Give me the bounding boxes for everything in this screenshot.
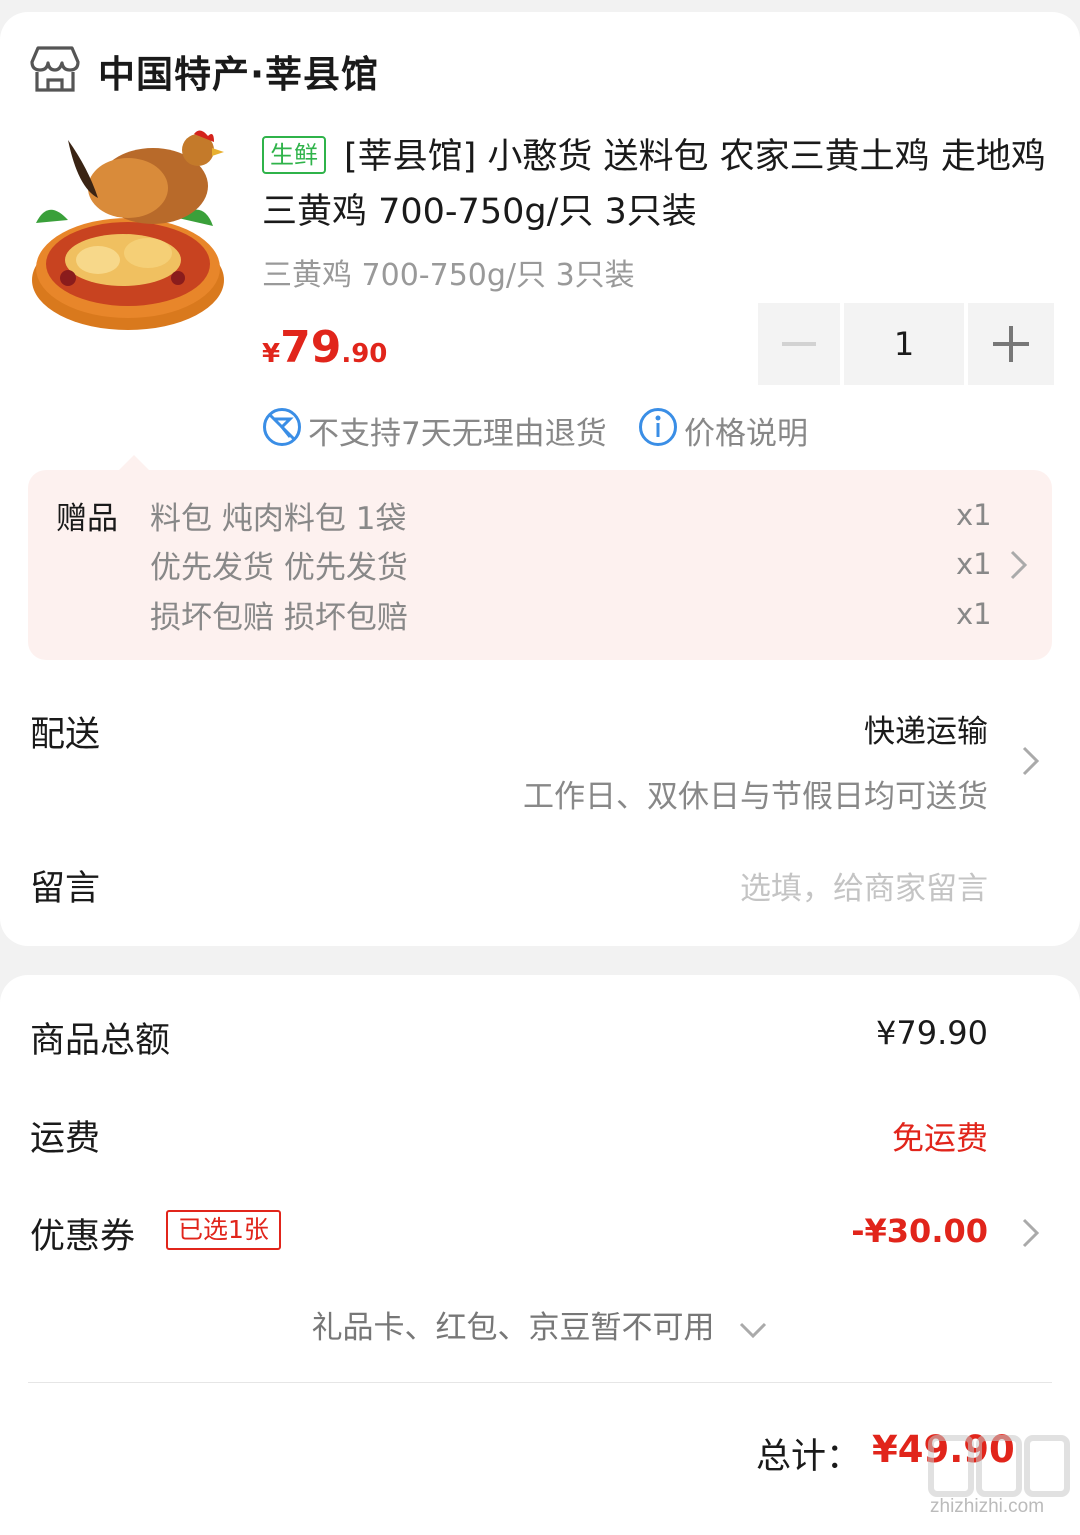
gift-item-qty: x1 [956,547,992,581]
coupon-value[interactable]: -¥30.00 [851,1212,988,1250]
total-label: 总计： [756,1437,862,1477]
product-title[interactable]: [莘县馆] 小憨货 送料包 农家三黄土鸡 走地鸡 三黄鸡 700-750g/只 … [262,130,1052,240]
goods-total-label: 商品总额 [30,1021,171,1061]
delivery-note[interactable]: 工作日、双休日与节假日均可送货 [523,771,988,816]
product-image[interactable] [28,128,238,338]
chevron-right-icon[interactable] [1020,1216,1042,1250]
message-input[interactable]: 选填，给商家留言 [740,863,988,908]
price-decimal: .90 [341,339,388,369]
no-return-icon [263,408,301,446]
increase-button[interactable] [968,303,1054,385]
chevron-right-icon[interactable] [1020,744,1042,778]
price-symbol: ¥ [262,339,281,369]
product-price: ¥79.90 [262,322,387,373]
info-icon [639,408,677,446]
decrease-button[interactable] [758,303,840,385]
quantity-input[interactable]: 1 [844,303,964,385]
price-explanation-link[interactable]: 价格说明 [684,408,808,453]
delivery-method[interactable]: 快递运输 [864,706,988,751]
product-spec[interactable]: 三黄鸡 700-750g/只 3只装 [262,250,635,294]
store-icon [30,46,80,92]
quantity-stepper: 1 [758,303,1054,385]
coupon-selected-badge: 已选1张 [166,1210,281,1250]
gift-box-pointer [118,455,150,471]
delivery-label: 配送 [30,715,101,755]
chevron-down-icon [740,1322,767,1338]
gift-item-name: 损坏包赔 损坏包赔 [150,600,408,636]
plus-icon [993,326,1029,362]
gift-item-qty: x1 [956,498,992,532]
gift-item-name: 料包 炖肉料包 1袋 [150,501,407,537]
minus-icon [782,342,816,346]
fresh-tag: 生鲜 [262,136,326,174]
goods-total-value: ¥79.90 [876,1014,988,1052]
divider [28,1382,1052,1383]
price-integer: 79 [280,322,342,373]
gift-label: 赠品 [56,501,118,537]
unavailable-payments-toggle[interactable]: 礼品卡、红包、京豆暂不可用 [0,1302,1080,1347]
unavailable-payments-text: 礼品卡、红包、京豆暂不可用 [311,1310,715,1346]
no-return-policy[interactable]: 不支持7天无理由退货 [308,408,607,453]
watermark-text: zhizhizhi.com [930,1496,1045,1517]
shipping-label: 运费 [30,1119,101,1159]
message-label: 留言 [30,869,101,909]
shop-name[interactable]: 中国特产·莘县馆 [98,44,379,98]
gift-item-name: 优先发货 优先发货 [150,550,408,586]
chevron-right-icon[interactable] [1008,548,1030,582]
shipping-value: 免运费 [891,1119,988,1157]
coupon-label: 优惠券 [30,1217,136,1257]
gift-item-qty: x1 [956,597,992,631]
